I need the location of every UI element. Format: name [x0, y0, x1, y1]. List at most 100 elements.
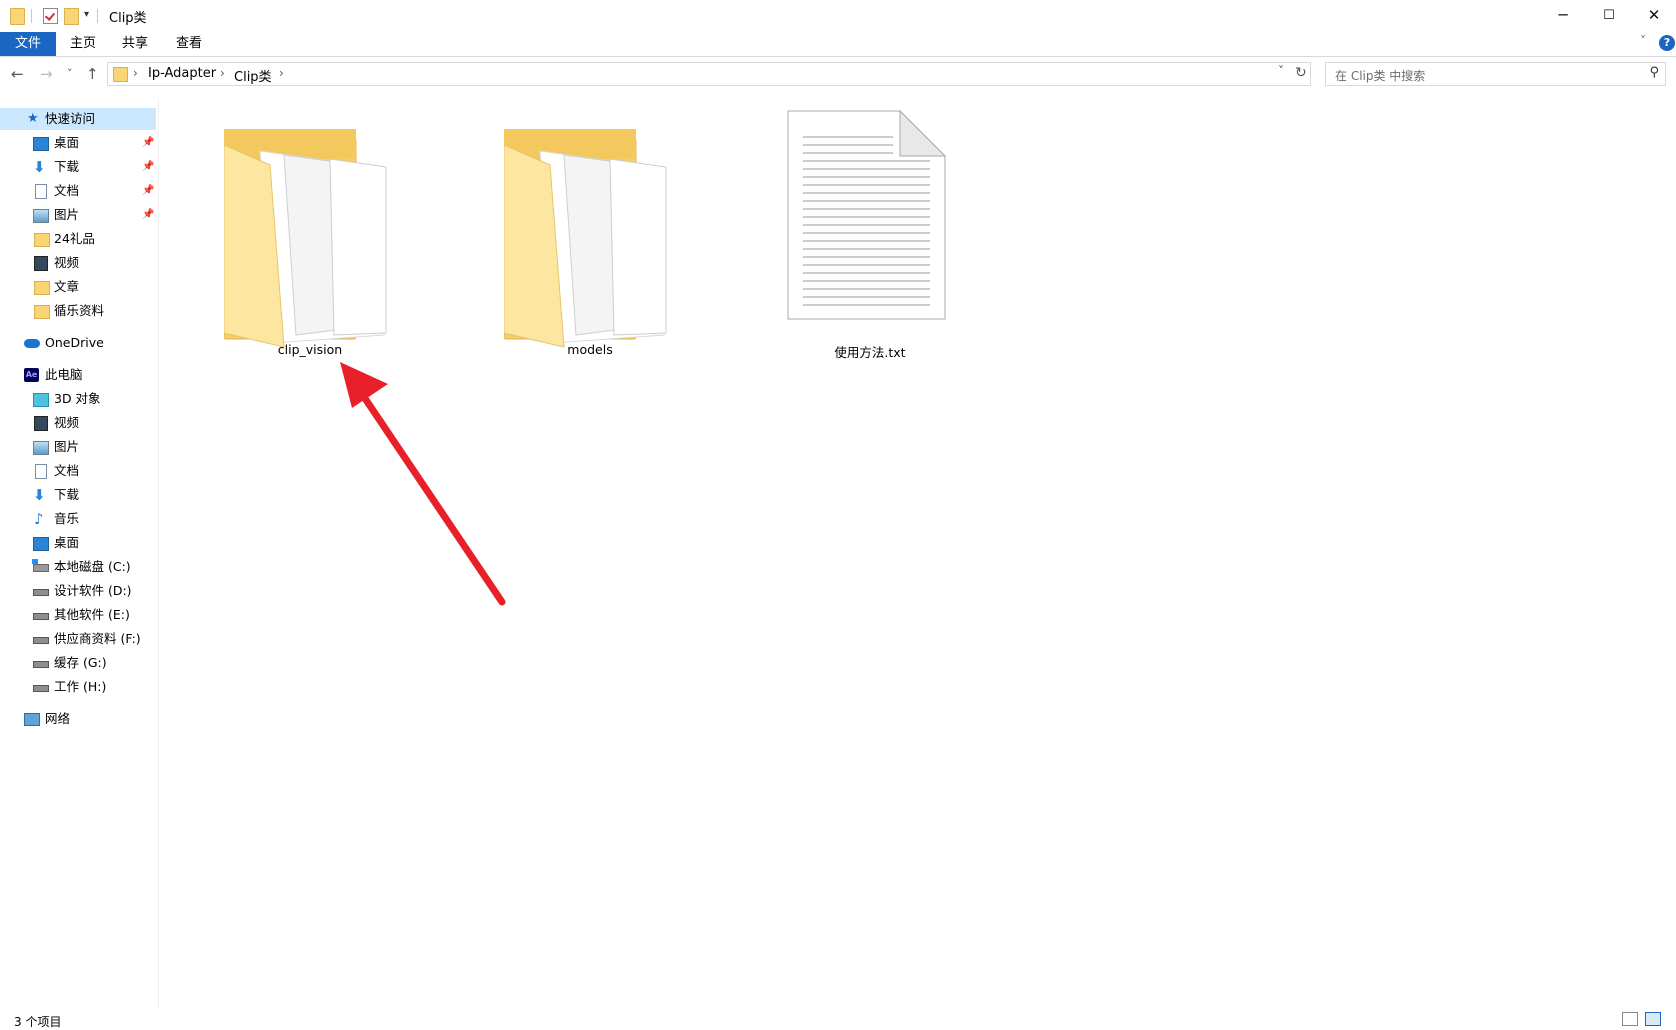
folder-icon — [34, 281, 50, 295]
file-name[interactable]: models — [490, 342, 690, 357]
folder-icon — [224, 129, 387, 348]
sidebar-item-drive-g[interactable]: 缓存 (G:) — [0, 652, 156, 674]
pin-icon[interactable]: 📌 — [142, 180, 154, 202]
sidebar-item-label: OneDrive — [45, 335, 104, 350]
minimize-button[interactable]: ─ — [1540, 0, 1586, 30]
pin-icon[interactable]: 📌 — [142, 156, 154, 178]
search-icon[interactable]: ⚲ — [1649, 65, 1659, 80]
sidebar-item-label: 文档 — [54, 463, 80, 478]
tab-home[interactable]: 主页 — [70, 32, 96, 56]
sidebar-item-label: 本地磁盘 (C:) — [54, 559, 131, 574]
sidebar-item-desktop[interactable]: 桌面 — [0, 532, 156, 554]
pin-icon[interactable]: 📌 — [142, 132, 154, 154]
folder-icon — [504, 129, 667, 348]
download-icon: ⬇ — [33, 486, 46, 504]
sidebar-item-drive-e[interactable]: 其他软件 (E:) — [0, 604, 156, 626]
sidebar-item-downloads[interactable]: ⬇ 下载 📌 — [0, 156, 156, 178]
folder-item-models[interactable]: models — [490, 115, 690, 375]
new-folder-icon[interactable] — [64, 8, 79, 25]
pictures-icon — [33, 209, 49, 223]
breadcrumb-clip[interactable]: Clip类 — [234, 66, 272, 85]
sidebar-item-label: 下载 — [54, 159, 80, 174]
large-icons-view-icon[interactable] — [1645, 1012, 1661, 1026]
recent-locations-button[interactable]: ˅ — [67, 67, 73, 80]
sidebar-item-label: 网络 — [45, 711, 71, 726]
chevron-right-icon[interactable]: › — [279, 66, 284, 80]
divider — [31, 9, 32, 23]
file-item-usage-txt[interactable]: 使用方法.txt — [770, 105, 970, 375]
document-icon — [35, 464, 47, 479]
address-bar[interactable]: › Ip-Adapter › Clip类 › — [107, 62, 1311, 86]
sidebar-item-videos[interactable]: 视频 — [0, 252, 156, 274]
sidebar-item-drive-h[interactable]: 工作 (H:) — [0, 676, 156, 698]
address-dropdown-icon[interactable]: ˅ — [1278, 64, 1284, 78]
drive-icon — [33, 661, 49, 668]
sidebar-item-onedrive[interactable]: OneDrive — [0, 332, 156, 354]
sidebar-item-label: 图片 — [54, 439, 80, 454]
search-box[interactable]: 在 Clip类 中搜索 ⚲ — [1325, 62, 1666, 86]
sidebar-item-drive-f[interactable]: 供应商资料 (F:) — [0, 628, 156, 650]
music-icon: ♪ — [34, 510, 44, 528]
refresh-button[interactable]: ↻ — [1295, 65, 1307, 81]
sidebar-item-documents[interactable]: 文档 📌 — [0, 180, 156, 202]
back-button[interactable]: ← — [11, 65, 24, 83]
chevron-right-icon[interactable]: › — [133, 66, 138, 80]
drive-icon — [33, 613, 49, 620]
file-name[interactable]: 使用方法.txt — [770, 342, 970, 361]
sidebar-item-label: 24礼品 — [54, 231, 95, 246]
forward-button[interactable]: → — [40, 65, 53, 83]
sidebar-item-xunle-materials[interactable]: 循乐资料 — [0, 300, 156, 322]
title-bar: ▾ Clip类 ─ ☐ ✕ — [0, 0, 1676, 32]
file-name[interactable]: clip_vision — [210, 342, 410, 357]
sidebar-item-videos[interactable]: 视频 — [0, 412, 156, 434]
sidebar-item-network[interactable]: 网络 — [0, 708, 156, 730]
sidebar-item-label: 供应商资料 (F:) — [54, 631, 141, 646]
folder-item-clip-vision[interactable]: clip_vision — [210, 115, 410, 375]
windows-logo-icon — [32, 559, 38, 564]
sidebar-item-label: 文档 — [54, 183, 80, 198]
sidebar-item-24gifts[interactable]: 24礼品 — [0, 228, 156, 250]
sidebar-item-label: 缓存 (G:) — [54, 655, 107, 670]
details-view-icon[interactable] — [1622, 1012, 1638, 1026]
up-button[interactable]: ↑ — [86, 65, 99, 83]
chevron-right-icon[interactable]: › — [220, 66, 225, 80]
tab-file[interactable]: 文件 — [0, 32, 56, 56]
breadcrumb-ip-adapter[interactable]: Ip-Adapter — [148, 66, 216, 81]
sidebar-item-documents[interactable]: 文档 — [0, 460, 156, 482]
sidebar-item-desktop[interactable]: 桌面 📌 — [0, 132, 156, 154]
download-icon: ⬇ — [33, 158, 46, 176]
sidebar-item-label: 下载 — [54, 487, 80, 502]
tab-view[interactable]: 查看 — [176, 32, 202, 56]
sidebar-item-label: 文章 — [54, 279, 80, 294]
search-placeholder[interactable]: 在 Clip类 中搜索 — [1335, 67, 1425, 84]
close-button[interactable]: ✕ — [1631, 0, 1676, 30]
sidebar-item-quick-access[interactable]: ★ 快速访问 — [0, 108, 156, 130]
sidebar-item-music[interactable]: ♪ 音乐 — [0, 508, 156, 530]
sidebar-item-this-pc[interactable]: Ae 此电脑 — [0, 364, 156, 386]
quick-access-dropdown-icon[interactable]: ▾ — [84, 9, 89, 20]
sidebar-item-label: 桌面 — [54, 535, 80, 550]
cloud-icon — [24, 339, 40, 348]
expand-ribbon-icon[interactable]: ˅ — [1640, 34, 1646, 48]
desktop-icon — [33, 137, 49, 151]
pictures-icon — [33, 441, 49, 455]
folder-icon[interactable] — [10, 8, 25, 25]
video-icon — [34, 256, 48, 271]
sidebar-item-label: 音乐 — [54, 511, 80, 526]
sidebar-item-3d-objects[interactable]: 3D 对象 — [0, 388, 156, 410]
status-bar: 3 个项目 — [0, 1008, 1676, 1030]
sidebar-item-pictures[interactable]: 图片 📌 — [0, 204, 156, 226]
sidebar-item-label: 视频 — [54, 415, 80, 430]
navigation-pane: ★ 快速访问 桌面 📌 ⬇ 下载 📌 文档 📌 图片 📌 24礼品 视频 文章 … — [0, 98, 159, 1008]
sidebar-item-articles[interactable]: 文章 — [0, 276, 156, 298]
help-icon[interactable]: ? — [1659, 35, 1675, 51]
sidebar-item-pictures[interactable]: 图片 — [0, 436, 156, 458]
tab-share[interactable]: 共享 — [122, 32, 148, 56]
maximize-button[interactable]: ☐ — [1586, 0, 1632, 30]
pin-icon[interactable]: 📌 — [142, 204, 154, 226]
folder-icon — [34, 233, 50, 247]
properties-icon[interactable] — [43, 8, 58, 24]
sidebar-item-downloads[interactable]: ⬇ 下载 — [0, 484, 156, 506]
sidebar-item-drive-d[interactable]: 设计软件 (D:) — [0, 580, 156, 602]
sidebar-item-drive-c[interactable]: 本地磁盘 (C:) — [0, 556, 156, 578]
